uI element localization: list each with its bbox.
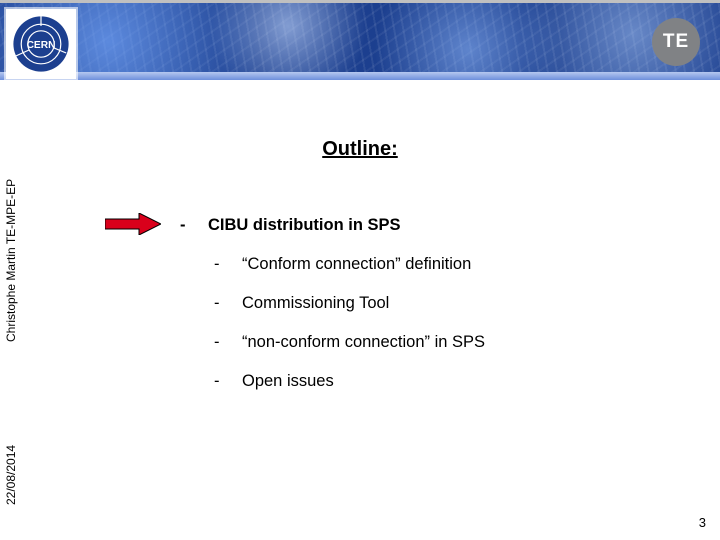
outline-item-current: - CIBU distribution in SPS [180,216,660,235]
outline-text: Commissioning Tool [242,294,389,313]
outline-text: “non-conform connection” in SPS [242,333,485,352]
outline-list: - CIBU distribution in SPS - “Conform co… [180,216,660,411]
author-label: Christophe Martin TE-MPE-EP [4,160,22,360]
te-badge-label: TE [663,31,689,53]
current-item-arrow-icon [105,213,161,235]
header-background-pattern [0,3,720,80]
outline-dash: - [214,294,224,313]
outline-text: “Conform connection” definition [242,255,471,274]
cern-logo-icon: CERN [11,14,71,74]
outline-text: Open issues [242,372,334,391]
outline-item: - Open issues [180,372,660,391]
outline-item: - “Conform connection” definition [180,255,660,274]
outline-dash: - [214,372,224,391]
page-number: 3 [699,515,706,530]
outline-dash: - [214,333,224,352]
header-bottom-stripe [0,72,720,80]
outline-item: - Commissioning Tool [180,294,660,313]
slide-header: CERN TE [0,0,720,80]
outline-dash: - [180,216,190,235]
outline-text: CIBU distribution in SPS [208,216,401,235]
cern-logo-text: CERN [27,40,56,51]
cern-logo: CERN [6,9,76,79]
outline-item: - “non-conform connection” in SPS [180,333,660,352]
outline-dash: - [214,255,224,274]
date-label: 22/08/2014 [4,430,22,520]
te-badge: TE [652,18,700,66]
slide-title: Outline: [0,138,720,161]
